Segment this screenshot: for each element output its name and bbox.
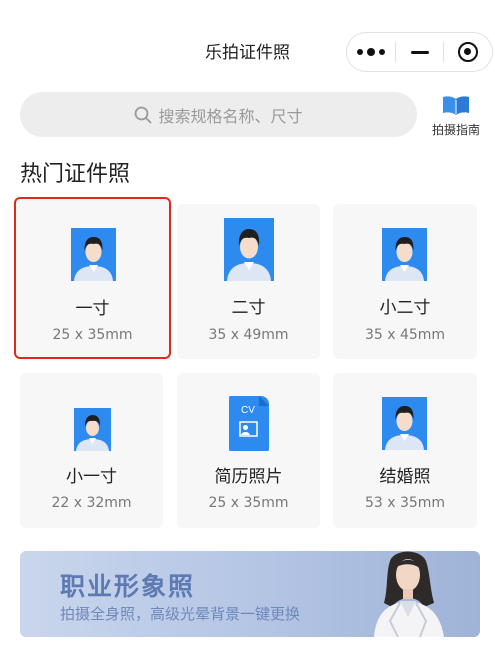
card-size: 25 x 35mm — [208, 495, 289, 511]
portrait-icon — [74, 408, 111, 451]
card-size: 35 x 45mm — [364, 327, 446, 343]
portrait-icon — [382, 397, 427, 450]
banner-title: 职业形象照 — [60, 572, 196, 601]
size-card-two-inch[interactable]: 二寸 35 x 49mm — [177, 204, 320, 359]
size-card-small-two-inch[interactable]: 小二寸 35 x 45mm — [333, 204, 477, 359]
card-name: 简历照片 — [214, 467, 283, 487]
guide-label: 拍摄指南 — [431, 123, 480, 137]
mini-program-capsule — [346, 32, 493, 72]
card-name: 结婚照 — [379, 467, 431, 487]
nav-bar: 乐拍证件照 — [0, 0, 495, 104]
card-size: 35 x 49mm — [208, 327, 289, 343]
card-size: 22 x 32mm — [51, 495, 132, 511]
portrait-icon — [382, 228, 427, 281]
card-name: 二寸 — [231, 298, 266, 318]
target-icon — [458, 42, 479, 62]
professional-photo-banner[interactable]: 职业形象照 拍摄全身照，高级光晕背景一键更换 — [20, 551, 480, 637]
close-button[interactable] — [444, 33, 492, 71]
search-icon — [135, 106, 152, 123]
card-name: 小一寸 — [66, 467, 117, 487]
portrait-icon — [224, 218, 274, 281]
section-title: 热门证件照 — [20, 162, 131, 187]
model-woman-illustration — [374, 551, 444, 637]
search-input[interactable]: 搜索规格名称、尺寸 — [20, 92, 417, 137]
minus-icon — [410, 50, 429, 54]
card-size: 53 x 35mm — [364, 495, 446, 511]
minimize-button[interactable] — [396, 33, 444, 71]
search-placeholder: 搜索规格名称、尺寸 — [158, 106, 303, 126]
cv-document-icon: CV — [229, 396, 269, 451]
card-size: 25 x 35mm — [52, 327, 133, 343]
card-name: 小二寸 — [379, 298, 431, 318]
card-name: 一寸 — [75, 299, 110, 319]
portrait-icon — [71, 228, 116, 281]
size-card-one-inch[interactable]: 一寸 25 x 35mm — [14, 197, 171, 359]
size-card-resume[interactable]: CV 简历照片 25 x 35mm — [177, 373, 320, 528]
size-card-small-one-inch[interactable]: 小一寸 22 x 32mm — [20, 373, 163, 528]
shooting-guide-button[interactable]: 拍摄指南 — [428, 94, 484, 137]
banner-subtitle: 拍摄全身照，高级光晕背景一键更换 — [60, 605, 301, 623]
more-button[interactable] — [347, 33, 395, 71]
cv-badge-text: CV — [241, 405, 255, 416]
book-icon — [443, 96, 469, 115]
more-dots-icon — [356, 48, 385, 56]
size-card-wedding[interactable]: 结婚照 53 x 35mm — [333, 373, 477, 528]
